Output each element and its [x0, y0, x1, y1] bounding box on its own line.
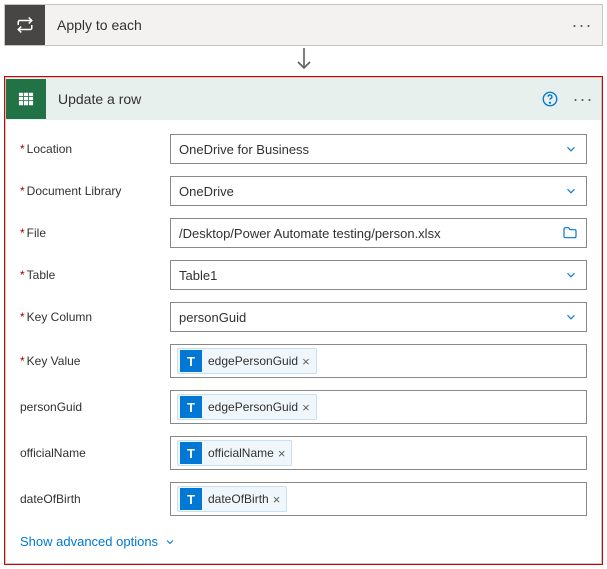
- row-document-library: Document Library OneDrive: [20, 176, 587, 206]
- token-type-icon: T: [180, 488, 202, 510]
- row-table: Table Table1: [20, 260, 587, 290]
- field-location[interactable]: OneDrive for Business: [170, 134, 587, 164]
- label-key-value: Key Value: [20, 354, 170, 368]
- chevron-down-icon[interactable]: [564, 310, 578, 324]
- chevron-down-icon[interactable]: [564, 268, 578, 282]
- form-body: Location OneDrive for Business Document …: [6, 120, 601, 563]
- update-row-menu-button[interactable]: ···: [565, 89, 601, 110]
- label-dateofbirth: dateOfBirth: [20, 492, 170, 506]
- label-file: File: [20, 226, 170, 240]
- field-key-column[interactable]: personGuid: [170, 302, 587, 332]
- show-advanced-options-link[interactable]: Show advanced options: [20, 534, 176, 549]
- update-row-card: Update a row ··· Location OneDrive for B…: [5, 77, 602, 564]
- row-location: Location OneDrive for Business: [20, 134, 587, 164]
- value-document-library: OneDrive: [179, 184, 564, 199]
- row-file: File /Desktop/Power Automate testing/per…: [20, 218, 587, 248]
- apply-title: Apply to each: [45, 17, 562, 33]
- token-text: edgePersonGuid: [208, 354, 298, 368]
- token-remove-icon[interactable]: ×: [278, 446, 286, 461]
- token-remove-icon[interactable]: ×: [302, 400, 310, 415]
- label-officialname: officialName: [20, 446, 170, 460]
- label-key-column: Key Column: [20, 310, 170, 324]
- row-key-column: Key Column personGuid: [20, 302, 587, 332]
- chevron-down-icon: [164, 536, 176, 548]
- label-location: Location: [20, 142, 170, 156]
- field-file[interactable]: /Desktop/Power Automate testing/person.x…: [170, 218, 587, 248]
- token-text: officialName: [208, 446, 274, 460]
- chevron-down-icon[interactable]: [564, 184, 578, 198]
- connector-arrow: [0, 46, 607, 76]
- token-remove-icon[interactable]: ×: [273, 492, 281, 507]
- field-table[interactable]: Table1: [170, 260, 587, 290]
- update-row-title: Update a row: [46, 91, 535, 107]
- token-officialname[interactable]: T officialName ×: [177, 440, 292, 466]
- value-table: Table1: [179, 268, 564, 283]
- label-table: Table: [20, 268, 170, 282]
- loop-icon: [5, 5, 45, 45]
- token-edgepersonguid[interactable]: T edgePersonGuid ×: [177, 348, 317, 374]
- token-dateofbirth[interactable]: T dateOfBirth ×: [177, 486, 287, 512]
- value-location: OneDrive for Business: [179, 142, 564, 157]
- row-key-value: Key Value T edgePersonGuid ×: [20, 344, 587, 378]
- field-document-library[interactable]: OneDrive: [170, 176, 587, 206]
- token-text: dateOfBirth: [208, 492, 269, 506]
- folder-picker-icon[interactable]: [562, 225, 578, 241]
- field-personguid[interactable]: T edgePersonGuid ×: [170, 390, 587, 424]
- help-button[interactable]: [535, 84, 565, 114]
- apply-header: Apply to each ···: [5, 5, 602, 45]
- token-remove-icon[interactable]: ×: [302, 354, 310, 369]
- label-personguid: personGuid: [20, 400, 170, 414]
- value-file: /Desktop/Power Automate testing/person.x…: [179, 226, 562, 241]
- row-personguid: personGuid T edgePersonGuid ×: [20, 390, 587, 424]
- field-key-value[interactable]: T edgePersonGuid ×: [170, 344, 587, 378]
- update-row-header: Update a row ···: [6, 78, 601, 120]
- advanced-link-text: Show advanced options: [20, 534, 158, 549]
- field-dateofbirth[interactable]: T dateOfBirth ×: [170, 482, 587, 516]
- token-type-icon: T: [180, 442, 202, 464]
- apply-to-each-card: Apply to each ···: [4, 4, 603, 46]
- label-document-library: Document Library: [20, 184, 170, 198]
- row-dateofbirth: dateOfBirth T dateOfBirth ×: [20, 482, 587, 516]
- apply-menu-button[interactable]: ···: [562, 5, 602, 45]
- field-officialname[interactable]: T officialName ×: [170, 436, 587, 470]
- token-type-icon: T: [180, 350, 202, 372]
- excel-icon: [6, 79, 46, 119]
- value-key-column: personGuid: [179, 310, 564, 325]
- token-type-icon: T: [180, 396, 202, 418]
- selected-action-outline: Update a row ··· Location OneDrive for B…: [4, 76, 603, 565]
- token-text: edgePersonGuid: [208, 400, 298, 414]
- row-officialname: officialName T officialName ×: [20, 436, 587, 470]
- token-edgepersonguid[interactable]: T edgePersonGuid ×: [177, 394, 317, 420]
- chevron-down-icon[interactable]: [564, 142, 578, 156]
